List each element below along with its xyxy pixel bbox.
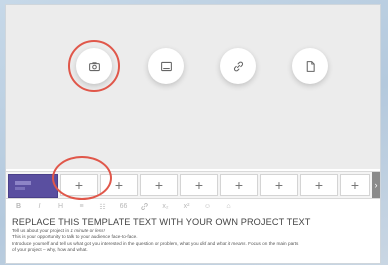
plus-icon: +	[114, 177, 124, 193]
emoji-icon[interactable]: ☺	[201, 200, 214, 213]
add-thumbnail-button[interactable]: +	[260, 174, 298, 196]
plus-icon: +	[234, 177, 244, 193]
plus-icon: +	[154, 177, 164, 193]
editor-line-4: of your project – why, how and what.	[12, 246, 88, 252]
add-thumbnail-button[interactable]: +	[300, 174, 338, 196]
link-icon	[233, 61, 243, 71]
numbered-list-icon[interactable]: ☷	[96, 200, 109, 213]
bold-icon[interactable]: B	[12, 200, 25, 213]
superscript-icon[interactable]: x²	[180, 200, 193, 213]
active-thumbnail[interactable]	[8, 174, 58, 198]
plus-icon: +	[274, 177, 284, 193]
plus-icon: +	[194, 177, 204, 193]
add-thumbnail-button[interactable]: +	[220, 174, 258, 196]
plus-icon: +	[314, 177, 324, 193]
add-thumbnail-button[interactable]: +	[60, 174, 98, 196]
add-image-button[interactable]	[148, 48, 184, 84]
plus-icon: +	[74, 177, 84, 193]
media-stage	[6, 5, 380, 169]
link-icon[interactable]	[138, 200, 151, 213]
chevron-right-icon: ›	[374, 180, 378, 190]
add-link-button[interactable]	[220, 48, 256, 84]
camera-icon	[88, 61, 100, 71]
format-toolbar: B I H ≡ ☷ 66 x₂ x² ☺ ⌂	[6, 198, 380, 215]
thumbnail-preview-line	[15, 187, 25, 190]
add-thumbnail-button[interactable]: +	[100, 174, 138, 196]
scroll-right-button[interactable]: ›	[372, 172, 380, 198]
clear-format-icon[interactable]: ⌂	[222, 200, 235, 213]
add-photo-button[interactable]	[76, 48, 112, 84]
document-icon	[306, 60, 315, 72]
project-title: REPLACE THIS TEMPLATE TEXT WITH YOUR OWN…	[12, 217, 311, 227]
editor-window: + + + + + + + + › B I H ≡ ☷ 66 x₂ x² ☺ ⌂…	[5, 4, 381, 264]
image-icon	[160, 61, 172, 71]
bulleted-list-icon[interactable]: ≡	[75, 200, 88, 213]
add-thumbnail-button[interactable]: +	[140, 174, 178, 196]
add-thumbnail-button[interactable]: +	[180, 174, 218, 196]
add-document-button[interactable]	[292, 48, 328, 84]
heading-icon[interactable]: H	[54, 200, 67, 213]
thumbnail-preview	[15, 181, 31, 185]
plus-icon: +	[350, 177, 360, 193]
quote-icon[interactable]: 66	[117, 200, 130, 213]
italic-icon[interactable]: I	[33, 200, 46, 213]
add-thumbnail-button[interactable]: +	[340, 174, 370, 196]
thumbnail-strip: + + + + + + + + ›	[6, 156, 380, 200]
text-editor[interactable]: REPLACE THIS TEMPLATE TEXT WITH YOUR OWN…	[6, 216, 380, 263]
subscript-icon[interactable]: x₂	[159, 200, 172, 213]
